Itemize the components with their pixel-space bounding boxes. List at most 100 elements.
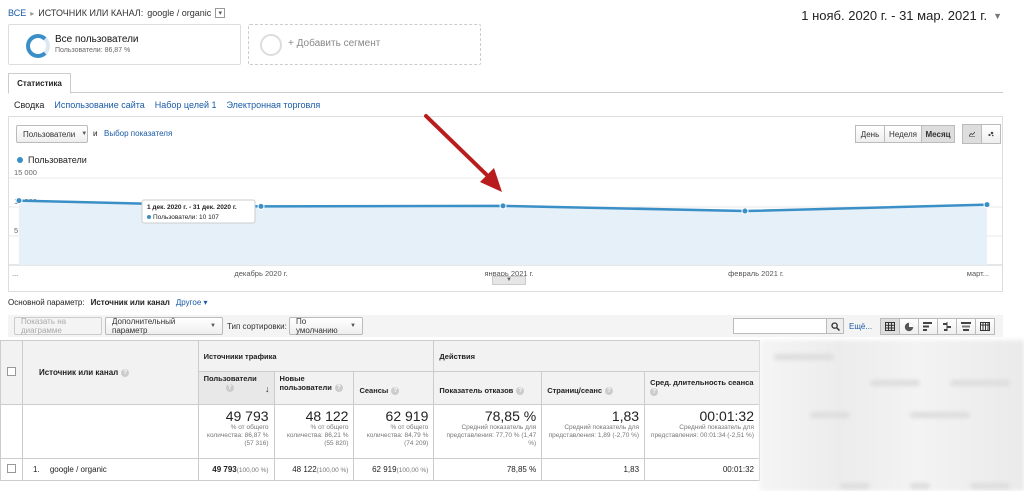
help-icon[interactable]: ? [650, 388, 659, 397]
users-column-header[interactable]: Пользователи ↓ ? [197, 371, 275, 405]
segment-all-users[interactable]: Все пользователи Пользователи: 86,87 % [8, 24, 241, 65]
tab-bar: Статистика [8, 73, 1003, 94]
row-name-cell: 1. google / organic [21, 458, 199, 481]
row-new-users-pct: (100,00 %) [316, 467, 349, 474]
table-search-input[interactable] [733, 318, 827, 334]
help-icon[interactable]: ? [334, 384, 343, 393]
table-toolbar: Показать на диаграмме Дополнительный пар… [8, 315, 1003, 337]
subtab-ecommerce[interactable]: Электронная торговля [227, 100, 321, 110]
traffic-sources-group-header: Источники трафика [197, 340, 435, 372]
total-sessions-value: 62 919 [385, 408, 429, 424]
add-segment-button[interactable]: + Добавить сегмент [248, 24, 481, 65]
bar-view-icon[interactable] [918, 318, 938, 335]
total-new-users-value: 48 122 [305, 408, 349, 424]
segment-ring-icon [26, 34, 50, 58]
subtab-summary[interactable]: Сводка [14, 100, 44, 110]
row-new-users-value: 48 122 [292, 465, 317, 474]
chevron-down-icon: ▼ [993, 10, 1002, 21]
total-bounce-rate-note: Средний показатель для представления: 77… [446, 424, 537, 447]
granularity-day-button[interactable]: День [855, 125, 885, 143]
dimension-header[interactable]: Источник или канал? [21, 340, 199, 405]
primary-dimension-bar: Основной параметр: Источник или канал Др… [8, 298, 208, 307]
secondary-dimension-label: Дополнительный параметр [112, 317, 176, 335]
motion-chart-icon[interactable] [981, 124, 1001, 144]
primary-dimension-value[interactable]: Источник или канал [91, 298, 170, 307]
row-new-users-cell: 48 122(100,00 %) [273, 458, 355, 481]
row-users-cell: 49 793(100,00 %) [197, 458, 275, 481]
row-source-link[interactable]: google / organic [50, 465, 107, 474]
granularity-week-button[interactable]: Неделя [884, 125, 922, 143]
segment-subtitle: Пользователи: 86,87 % [55, 47, 131, 54]
select-all-cell [0, 340, 23, 405]
search-icon[interactable] [826, 318, 844, 334]
row-bounce-rate-cell: 78,85 % [433, 458, 543, 481]
plot-rows-button[interactable]: Показать на диаграмме [14, 317, 102, 335]
total-sessions-note: % от общего количества: 84,79 % (74 209) [366, 424, 429, 447]
data-point [257, 202, 265, 210]
breadcrumb-separator: ▸ [30, 8, 35, 18]
actions-group-header: Действия [433, 340, 760, 372]
add-segment-label: + Добавить сегмент [288, 38, 381, 49]
data-point [741, 207, 749, 215]
row-users-value: 49 793 [212, 465, 237, 474]
row-sessions-value: 62 919 [372, 465, 397, 474]
date-range-picker[interactable]: 1 нояб. 2020 г. - 31 мар. 2021 г. ▼ [801, 8, 1002, 23]
pivot-view-icon[interactable] [975, 318, 995, 335]
pages-per-session-header-label: Страниц/сеанс [547, 386, 603, 395]
total-bounce-rate-value: 78,85 % [484, 408, 537, 424]
view-toggle [880, 318, 995, 335]
data-point [499, 202, 507, 210]
help-icon[interactable]: ? [605, 387, 614, 396]
chart-resize-handle[interactable]: ▼ [492, 276, 526, 285]
granularity-toggle: День Неделя Месяц [855, 125, 955, 143]
new-users-column-header[interactable]: Новые пользователи? [273, 371, 355, 405]
select-all-checkbox[interactable] [6, 367, 16, 376]
tab-statistics[interactable]: Статистика [8, 73, 71, 94]
comparison-view-icon[interactable] [937, 318, 957, 335]
granularity-month-button[interactable]: Месяц [921, 125, 955, 143]
subtab-goal-set[interactable]: Набор целей 1 [155, 100, 217, 110]
pages-per-session-column-header[interactable]: Страниц/сеанс? [541, 371, 646, 405]
total-pages-per-session-cell: 1,83 Средний показатель для представлени… [541, 404, 646, 459]
row-checkbox[interactable] [6, 464, 16, 473]
row-sessions-pct: (100,00 %) [396, 467, 429, 474]
row-number: 1. [32, 465, 40, 474]
data-table: Источник или канал? Источники трафика Де… [0, 340, 760, 481]
help-icon[interactable]: ? [516, 387, 525, 396]
table-row: 1. google / organic 49 793(100,00 %) 48 … [0, 458, 760, 481]
avg-session-duration-column-header[interactable]: Сред. длительность сеанса? [644, 371, 760, 405]
and-label: и [93, 129, 98, 138]
empty-segment-ring-icon [260, 34, 282, 56]
report-subtabs: Сводка Использование сайта Набор целей 1… [14, 100, 320, 110]
sort-type-select[interactable]: По умолчанию ▼ [289, 317, 363, 335]
secondary-dimension-select[interactable]: Дополнительный параметр ▼ [105, 317, 223, 335]
data-point [15, 197, 23, 205]
term-cloud-view-icon[interactable] [956, 318, 976, 335]
tooltip-text: Пользователи: 10 107 [153, 214, 219, 221]
subtab-site-usage[interactable]: Использование сайта [54, 100, 144, 110]
help-icon[interactable]: ? [225, 384, 234, 393]
total-new-users-cell: 48 122 % от общего количества: 86,21 % (… [273, 404, 355, 459]
tooltip-dot [147, 215, 151, 219]
breadcrumb: ВСЕ ▸ ИСТОЧНИК ИЛИ КАНАЛ: google / organ… [8, 8, 226, 18]
table-view-icon[interactable] [880, 318, 900, 335]
bounce-rate-column-header[interactable]: Показатель отказов? [433, 371, 543, 405]
breadcrumb-dropdown-icon[interactable]: ▾ [215, 8, 226, 18]
total-pages-per-session-note: Средний показатель для представления: 1,… [548, 424, 640, 439]
metric-select[interactable]: Пользователи ▼ [16, 125, 88, 143]
annotation-arrow [424, 114, 502, 192]
row-sessions-cell: 62 919(100,00 %) [353, 458, 435, 481]
breadcrumb-root-link[interactable]: ВСЕ [8, 8, 26, 18]
help-icon[interactable]: ? [391, 387, 400, 396]
chevron-down-icon: ▼ [210, 323, 216, 329]
help-icon[interactable]: ? [121, 368, 130, 377]
more-options-link[interactable]: Ещё... [849, 322, 872, 331]
x-tick-label: ... [12, 269, 18, 278]
choose-metric-link[interactable]: Выбор показателя [104, 129, 172, 138]
total-avg-duration-value: 00:01:32 [699, 408, 755, 424]
sessions-column-header[interactable]: Сеансы? [353, 371, 435, 405]
other-dimension-link[interactable]: Другое ▾ [176, 298, 208, 307]
breadcrumb-dimension-value: google / organic [147, 8, 212, 18]
pie-view-icon[interactable] [899, 318, 919, 335]
line-chart-icon[interactable] [962, 124, 982, 144]
